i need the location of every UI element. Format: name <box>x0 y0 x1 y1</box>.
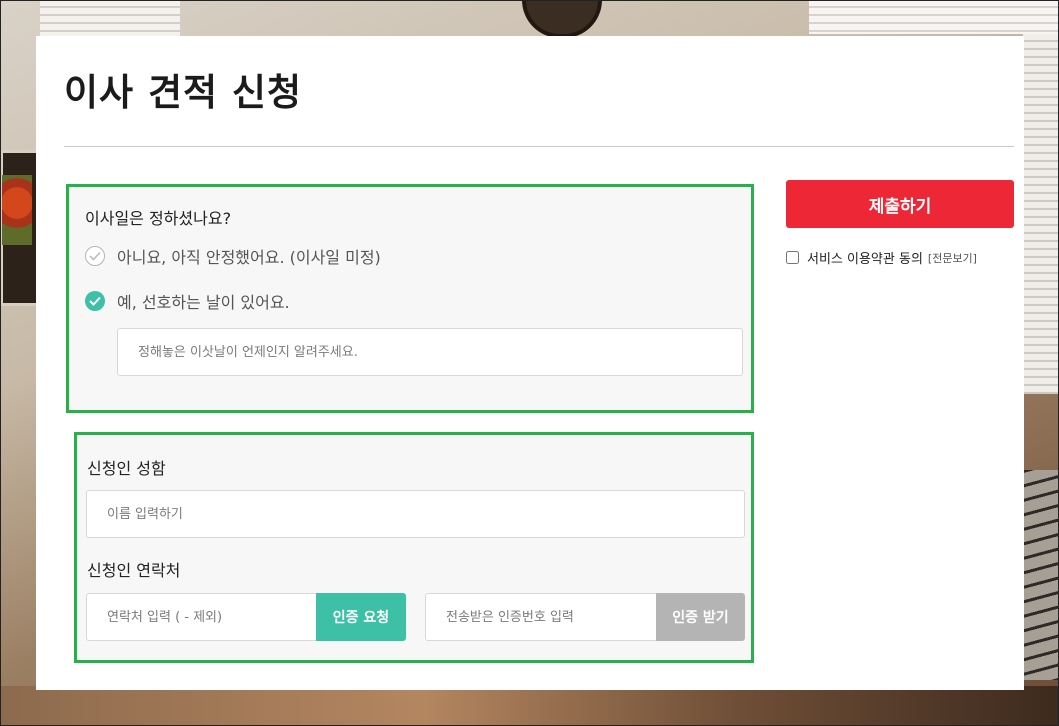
option-date-preferred-label: 예, 선호하는 날이 있어요. <box>117 293 290 312</box>
floor <box>0 686 1059 726</box>
option-date-preferred[interactable]: 예, 선호하는 날이 있어요. <box>85 289 290 313</box>
wall-mirror <box>522 0 602 38</box>
terms-agreement: 서비스 이용약관 동의 [전문보기] <box>786 248 977 267</box>
terms-label: 서비스 이용약관 동의 <box>807 252 923 267</box>
window-blind-right-side <box>1023 34 1059 394</box>
move-date-question: 이사일은 정하셨나요? <box>85 209 232 228</box>
phone-input[interactable] <box>86 593 318 641</box>
page-title: 이사 견적 신청 <box>64 71 303 114</box>
stair-railing <box>1023 470 1059 680</box>
check-circle-empty-icon <box>85 246 105 266</box>
confirm-verification-button[interactable]: 인증 받기 <box>656 593 745 641</box>
applicant-section: 신청인 성함 신청인 연락처 인증 요청 인증 받기 <box>74 432 754 663</box>
move-date-section: 이사일은 정하셨나요? 아니요, 아직 안정했어요. (이사일 미정) 예, 선… <box>66 184 754 413</box>
terms-checkbox[interactable] <box>786 251 799 264</box>
applicant-name-label: 신청인 성함 <box>87 459 166 478</box>
terms-view-link[interactable]: [전문보기] <box>928 250 977 266</box>
quote-request-panel: 이사 견적 신청 이사일은 정하셨나요? 아니요, 아직 안정했어요. (이사일… <box>36 36 1024 690</box>
move-date-input[interactable] <box>117 328 743 376</box>
title-divider <box>64 146 1014 147</box>
option-date-undecided-label: 아니요, 아직 안정했어요. (이사일 미정) <box>117 248 381 267</box>
request-verification-button[interactable]: 인증 요청 <box>316 593 406 641</box>
applicant-contact-label: 신청인 연락처 <box>87 561 181 580</box>
verification-code-input[interactable] <box>425 593 657 641</box>
flower-painting <box>2 175 32 245</box>
check-circle-filled-icon <box>85 291 105 311</box>
applicant-name-input[interactable] <box>86 490 745 538</box>
window-blind-right <box>809 0 1059 34</box>
submit-button[interactable]: 제출하기 <box>786 180 1014 228</box>
option-date-undecided[interactable]: 아니요, 아직 안정했어요. (이사일 미정) <box>85 244 381 268</box>
